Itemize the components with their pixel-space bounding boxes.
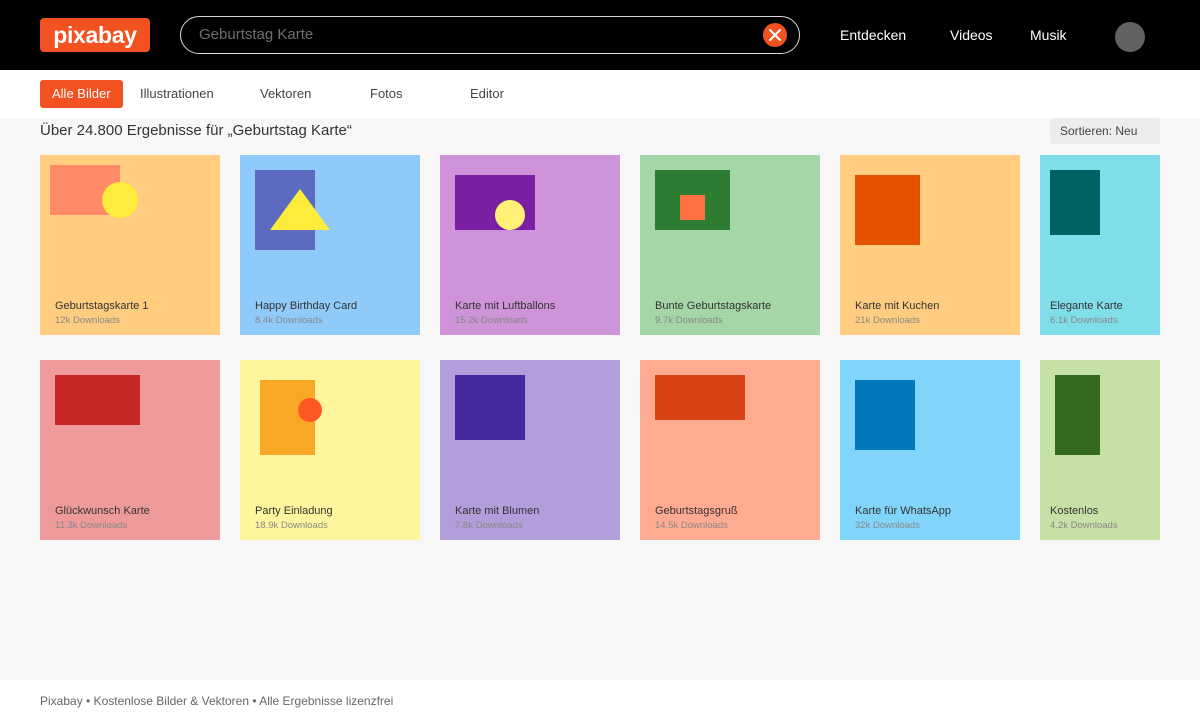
close-icon [769,29,781,41]
user-avatar[interactable] [1115,22,1145,52]
card-title: Happy Birthday Card [255,300,358,312]
search-input[interactable] [199,17,759,52]
card-title: Glückwunsch Karte [55,505,150,517]
footer-text: Pixabay • Kostenlose Bilder & Vektoren •… [40,694,394,708]
card-illustration [55,375,140,425]
results-title: Über 24.800 Ergebnisse für „Geburtstag K… [40,122,352,139]
nav-link-entdecken[interactable]: Entdecken [840,27,906,43]
card-illustration-triangle [270,189,330,230]
card-title: Geburtstagsgruß [655,505,738,517]
card-title: Karte mit Blumen [455,505,540,517]
card-title: Bunte Geburtstagskarte [655,300,772,312]
pixabay-logo[interactable]: pixabay [40,18,150,52]
card-illustration [1055,375,1100,455]
card-downloads: 18.9k Downloads [255,520,328,531]
sort-dropdown[interactable]: Sortieren: Neu [1050,118,1160,144]
image-card-4[interactable]: Bunte Geburtstagskarte 9.7k Downloads [640,155,820,335]
filter-tab-fotos[interactable]: Fotos [370,80,403,108]
card-title: Elegante Karte [1050,300,1123,312]
card-illustration-circle [102,182,138,218]
footer: Pixabay • Kostenlose Bilder & Vektoren •… [0,680,1200,720]
image-card-11[interactable]: Karte für WhatsApp 32k Downloads [840,360,1020,540]
card-downloads: 6.1k Downloads [1050,315,1118,326]
card-illustration [455,375,525,440]
image-card-5[interactable]: Karte mit Kuchen 21k Downloads [840,155,1020,335]
card-title: Party Einladung [255,505,333,517]
image-card-12[interactable]: Kostenlos 4.2k Downloads [1040,360,1160,540]
filter-tab-vektoren[interactable]: Vektoren [260,80,311,108]
card-downloads: 12k Downloads [55,315,120,326]
card-title: Karte mit Kuchen [855,300,940,312]
search-bar [180,16,800,54]
card-downloads: 8.4k Downloads [255,315,323,326]
filter-tab-alle-bilder[interactable]: Alle Bilder [40,80,123,108]
card-illustration [1050,170,1100,235]
card-illustration-square [680,195,705,220]
card-illustration [855,175,920,245]
card-illustration-circle [298,398,322,422]
card-title: Karte mit Luftballons [455,300,556,312]
card-title: Geburtstagskarte 1 [55,300,149,312]
image-card-3[interactable]: Karte mit Luftballons 15.2k Downloads [440,155,620,335]
image-card-7[interactable]: Glückwunsch Karte 11.3k Downloads [40,360,220,540]
card-downloads: 32k Downloads [855,520,920,531]
filter-tab-editor[interactable]: Editor [470,80,504,108]
clear-search-button[interactable] [763,23,787,47]
card-title: Kostenlos [1050,505,1099,517]
card-illustration [855,380,915,450]
card-illustration [655,375,745,420]
card-downloads: 4.2k Downloads [1050,520,1118,531]
nav-link-videos[interactable]: Videos [950,27,993,43]
image-card-9[interactable]: Karte mit Blumen 7.8k Downloads [440,360,620,540]
nav-link-musik[interactable]: Musik [1030,27,1067,43]
card-downloads: 9.7k Downloads [655,315,723,326]
card-downloads: 21k Downloads [855,315,920,326]
card-title: Karte für WhatsApp [855,505,951,517]
top-navbar: pixabay Entdecken Videos Musik [0,0,1200,70]
image-card-2[interactable]: Happy Birthday Card 8.4k Downloads [240,155,420,335]
card-downloads: 15.2k Downloads [455,315,528,326]
filter-bar: Alle Bilder Illustrationen Vektoren Foto… [0,70,1200,118]
card-downloads: 14.5k Downloads [655,520,728,531]
filter-tab-illustrationen[interactable]: Illustrationen [140,80,214,108]
image-card-1[interactable]: Geburtstagskarte 1 12k Downloads [40,155,220,335]
card-downloads: 7.8k Downloads [455,520,523,531]
image-card-8[interactable]: Party Einladung 18.9k Downloads [240,360,420,540]
image-card-6[interactable]: Elegante Karte 6.1k Downloads [1040,155,1160,335]
card-illustration-balloon [495,200,525,230]
image-card-10[interactable]: Geburtstagsgruß 14.5k Downloads [640,360,820,540]
card-downloads: 11.3k Downloads [55,520,128,531]
